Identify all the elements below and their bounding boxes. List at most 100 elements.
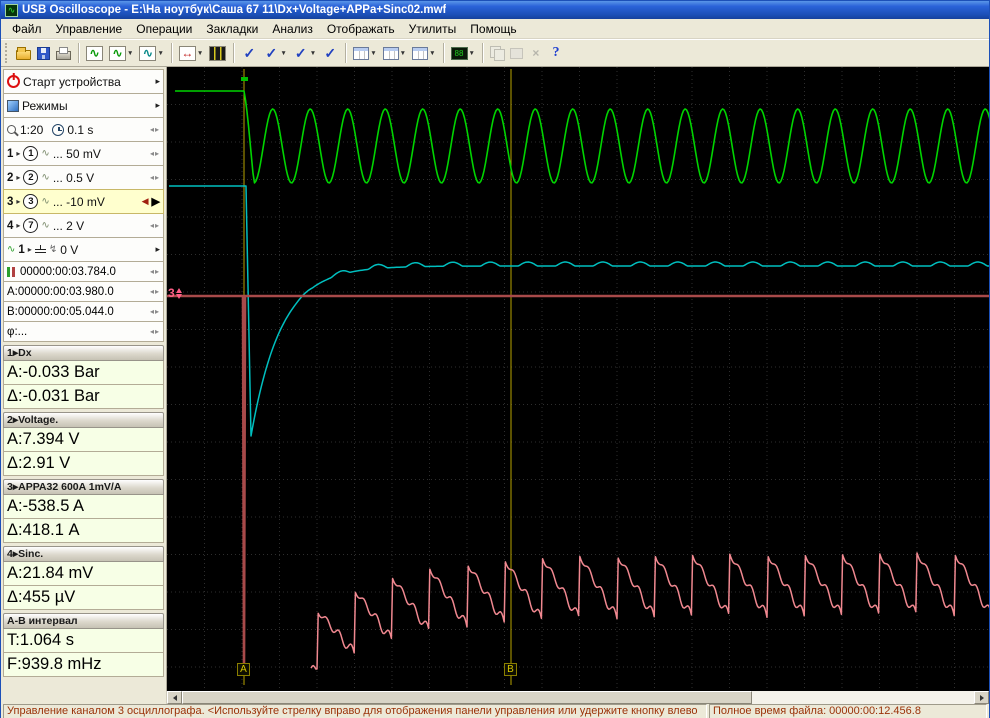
single-capture-button[interactable]: ∿ — [83, 43, 106, 64]
measure-panel-header[interactable]: 3▸APPA32 600A 1mV/A — [3, 479, 164, 495]
help-icon: ? — [552, 45, 560, 60]
modes-label: Режимы — [22, 98, 68, 113]
measure-panel-sinc: 4▸Sinc. A:21.84 mV Δ:455 µV — [3, 546, 164, 610]
toolbar-separator — [345, 43, 347, 63]
scroll-right-icon — [979, 694, 984, 701]
status-file-time: Полное время файла: 00000:00:12.456.8 — [709, 704, 987, 718]
scroll-right-button[interactable] — [974, 691, 989, 704]
menu-analysis[interactable]: Анализ — [265, 20, 320, 38]
dropdown-arrow-icon[interactable]: ▼ — [429, 50, 435, 57]
expand-arrow-icon[interactable]: ▸ — [155, 76, 160, 87]
menu-utilities[interactable]: Утилиты — [402, 20, 464, 38]
input-badge: 2 — [23, 170, 39, 185]
marker-check-2-button[interactable]: ✓ ▼ — [260, 42, 289, 64]
cursor-a-label[interactable]: A — [237, 663, 250, 676]
marker-check-4-button[interactable]: ✓ — [319, 42, 341, 64]
cursor-b-label[interactable]: B — [504, 663, 517, 676]
open-file-button[interactable] — [13, 44, 34, 63]
report-table-c-button[interactable]: ▼ — [409, 44, 438, 63]
menu-control[interactable]: Управление — [49, 20, 130, 38]
probe-wave-icon: ∿ — [41, 172, 50, 183]
trigger-row[interactable]: ∿ 1 ▸ ↯ 0 V ▸ — [3, 237, 164, 262]
cursor-b-time-row[interactable]: B:00000:00:05.044.0 ◂▸ — [3, 301, 164, 322]
measure-panel-header[interactable]: 4▸Sinc. — [3, 546, 164, 562]
help-button[interactable]: ? — [546, 42, 566, 64]
measure-tool-button[interactable]: ↔ ▼ — [176, 43, 206, 64]
scroll-left-button[interactable] — [167, 691, 182, 704]
start-device-button[interactable]: Старт устройства ▸ — [3, 69, 164, 94]
measure-panel-header[interactable]: A-B интервал — [3, 613, 164, 629]
time-position-row[interactable]: 00000:00:03.784.0 ◂▸ — [3, 261, 164, 282]
channel-3-row-selected[interactable]: 3 ▸ 3 ∿ ... -10 mV ◀ ▶ — [3, 189, 164, 214]
single-capture-icon: ∿ — [86, 45, 103, 61]
measure-panel-header[interactable]: 2▸Voltage. — [3, 412, 164, 428]
trigger-marker[interactable] — [241, 77, 248, 81]
horizontal-scrollbar[interactable] — [1, 691, 989, 704]
time-spin-control[interactable]: ◂▸ — [150, 267, 160, 276]
channel-2-row[interactable]: 2 ▸ 2 ∿ ... 0.5 V ◂▸ — [3, 165, 164, 190]
range-spin-control[interactable]: ◂▸ — [150, 173, 160, 182]
channel3-level-marker[interactable]: 3 — [168, 286, 182, 300]
trigger-level[interactable]: 0 V — [60, 243, 78, 257]
phase-row[interactable]: φ:... ◂▸ — [3, 321, 164, 342]
dropdown-arrow-icon[interactable]: ▼ — [157, 50, 163, 57]
dropdown-arrow-icon[interactable]: ▼ — [280, 50, 286, 57]
channel-range-value[interactable]: ... 0.5 V — [53, 171, 94, 185]
range-spin-control[interactable]: ◂▸ — [150, 221, 160, 230]
zoom-icon — [7, 125, 16, 134]
save-file-button[interactable] — [34, 44, 53, 63]
menu-operations[interactable]: Операции — [129, 20, 199, 38]
channel-arrow-icon: ▸ — [27, 245, 32, 254]
display-mode-1-icon: ∿ — [109, 45, 126, 61]
time-spin-control[interactable]: ◂▸ — [150, 287, 160, 296]
marker-check-3-button[interactable]: ✓ ▼ — [290, 42, 319, 64]
lcd-panel-button[interactable]: ▼ — [448, 44, 478, 63]
cursor-a-time-row[interactable]: A:00000:00:03.980.0 ◂▸ — [3, 281, 164, 302]
channel-4-row[interactable]: 4 ▸ 7 ∿ ... 2 V ◂▸ — [3, 213, 164, 238]
report-table-a-button[interactable]: ▼ — [350, 44, 379, 63]
range-spin-control[interactable]: ◂▸ — [150, 149, 160, 158]
scrollbar-thumb[interactable] — [182, 691, 753, 704]
marker-check-1-button[interactable]: ✓ — [238, 42, 260, 64]
report-table-b-button[interactable]: ▼ — [380, 44, 409, 63]
time-per-div[interactable]: 0.1 s — [67, 123, 93, 137]
oscilloscope-display[interactable]: 3 A B — [167, 67, 989, 691]
dropdown-arrow-icon[interactable]: ▼ — [400, 50, 406, 57]
open-file-icon — [16, 46, 31, 60]
toolbar-separator — [233, 43, 235, 63]
display-mode-2-button[interactable]: ∿ ▼ — [136, 43, 166, 64]
dropdown-arrow-icon[interactable]: ▼ — [370, 50, 376, 57]
toolbar-grip[interactable] — [5, 43, 9, 63]
title-bar[interactable]: ∿ USB Oscilloscope - E:\На ноутбук\Саша … — [1, 1, 989, 19]
channel-range-value[interactable]: ... 50 mV — [53, 147, 101, 161]
channel-1-row[interactable]: 1 ▸ 1 ∿ ... 50 mV ◂▸ — [3, 141, 164, 166]
menu-bookmarks[interactable]: Закладки — [199, 20, 265, 38]
scale-spin-control[interactable]: ◂▸ — [150, 125, 160, 134]
menu-file[interactable]: Файл — [5, 20, 49, 38]
channel-range-value[interactable]: ... 2 V — [53, 219, 84, 233]
dropdown-arrow-icon[interactable]: ▼ — [469, 50, 475, 57]
trigger-channel[interactable]: 1 — [18, 244, 24, 256]
channel-range-value[interactable]: ... -10 mV — [53, 195, 105, 209]
menu-display[interactable]: Отображать — [320, 20, 402, 38]
expand-arrow-icon[interactable]: ▸ — [155, 244, 160, 255]
measure-value-delta: Δ:418.1 A — [3, 519, 164, 543]
dropdown-arrow-icon[interactable]: ▼ — [127, 50, 133, 57]
time-spin-control[interactable]: ◂▸ — [150, 307, 160, 316]
display-mode-1-button[interactable]: ∿ ▼ — [106, 43, 136, 64]
zoom-ratio[interactable]: 1:20 — [20, 123, 43, 137]
scrollbar-track[interactable] — [182, 691, 974, 704]
dropdown-arrow-icon[interactable]: ▼ — [197, 50, 203, 57]
open-panel-arrow-icon[interactable]: ▶ — [152, 195, 160, 208]
phase-spin-control[interactable]: ◂▸ — [150, 327, 160, 336]
expand-arrow-icon[interactable]: ▸ — [155, 100, 160, 111]
grid-dots — [167, 67, 989, 691]
dropdown-arrow-icon[interactable]: ▼ — [310, 50, 316, 57]
print-button[interactable] — [53, 44, 74, 63]
cursor-tool-button[interactable] — [206, 43, 229, 64]
menu-help[interactable]: Помощь — [463, 20, 523, 38]
measure-value-a: A:-0.033 Bar — [3, 361, 164, 385]
measure-panel-header[interactable]: 1▸Dx — [3, 345, 164, 361]
modes-button[interactable]: Режимы ▸ — [3, 93, 164, 118]
scale-row[interactable]: 1:20 0.1 s ◂▸ — [3, 117, 164, 142]
